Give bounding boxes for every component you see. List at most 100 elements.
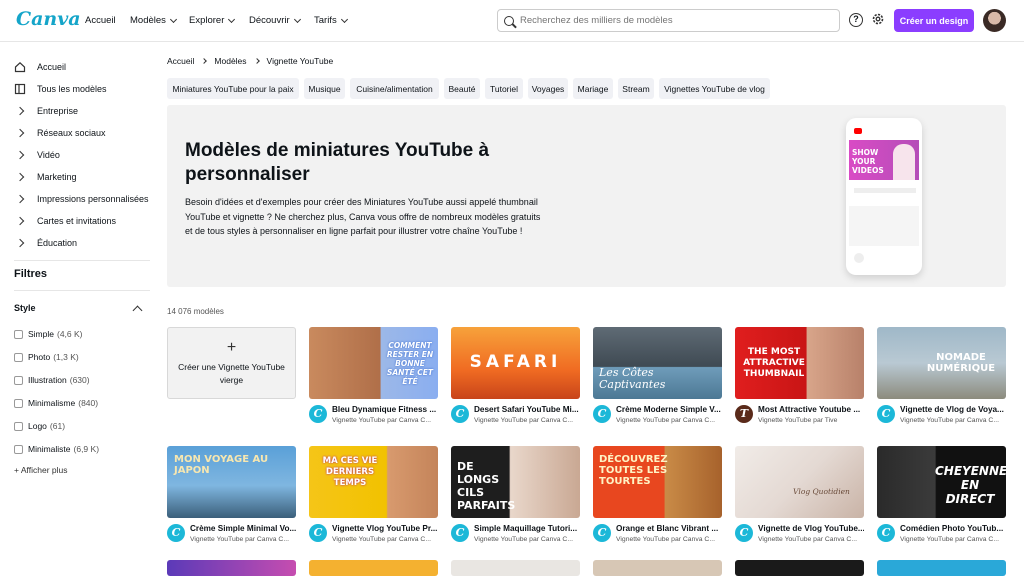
chevron-down-icon bbox=[293, 15, 301, 23]
show-more-link[interactable]: + Afficher plus bbox=[14, 465, 67, 475]
category-pill[interactable]: Voyages bbox=[528, 78, 568, 99]
template-meta[interactable]: C Simple Maquillage Tutori... Vignette You… bbox=[451, 524, 580, 552]
template-meta[interactable]: C Vignette de Vlog YouTube... Vignette You… bbox=[735, 524, 864, 552]
template-meta[interactable]: T Most Attractive Youtube ... Vignette You… bbox=[735, 405, 864, 433]
checkbox[interactable] bbox=[14, 329, 23, 339]
creator-avatar: C bbox=[309, 405, 327, 423]
nav-label: Modèles bbox=[130, 15, 166, 26]
template-thumbnail[interactable]: DÉCOUVREZ TOUTES LES TOURTES bbox=[593, 446, 722, 518]
checkbox[interactable] bbox=[14, 375, 23, 385]
sidebar-item-entreprise[interactable]: Entreprise bbox=[14, 102, 78, 120]
sidebar-item-impressions[interactable]: Impressions personnalisées bbox=[14, 190, 149, 208]
chevron-up-icon[interactable] bbox=[132, 305, 143, 316]
sidebar-item-video[interactable]: Vidéo bbox=[14, 146, 60, 164]
template-meta[interactable]: C Crème Simple Minimal Vo... Vignette YouT… bbox=[167, 524, 296, 552]
template-thumbnail[interactable]: CHEYENNE EN DIRECT bbox=[877, 446, 1006, 518]
sidebar-item-label: Vidéo bbox=[37, 150, 60, 160]
nav-label: Tarifs bbox=[314, 15, 337, 26]
filter-minimaliste[interactable]: Minimaliste (6,9 K) bbox=[14, 444, 99, 454]
category-pill[interactable]: Cuisine/alimentation bbox=[350, 78, 439, 99]
filter-label: Minimalisme bbox=[28, 398, 76, 408]
filter-minimalisme[interactable]: Minimalisme (840) bbox=[14, 398, 98, 408]
nav-tarifs[interactable]: Tarifs bbox=[314, 15, 348, 26]
template-thumbnail[interactable]: COMMENT RESTER EN BONNE SANTÉ CET ÉTÉ bbox=[309, 327, 438, 399]
sidebar-item-reseaux-sociaux[interactable]: Réseaux sociaux bbox=[14, 124, 106, 142]
nav-decouvrir[interactable]: Découvrir bbox=[249, 15, 301, 26]
filter-label: Minimaliste bbox=[28, 444, 71, 454]
template-meta[interactable]: C Desert Safari YouTube Mi... Vignette You… bbox=[451, 405, 580, 433]
template-thumbnail[interactable]: MON VOYAGE AU JAPON bbox=[167, 446, 296, 518]
search-icon bbox=[504, 15, 514, 26]
breadcrumb-link[interactable]: Accueil bbox=[167, 56, 194, 66]
template-author: Vignette YouTube par Canva C... bbox=[332, 536, 432, 543]
template-thumbnail[interactable]: THE MOST ATTRACTIVE THUMBNAIL bbox=[735, 327, 864, 399]
nav-explorer[interactable]: Explorer bbox=[189, 15, 236, 26]
template-thumbnail[interactable] bbox=[593, 560, 722, 576]
filter-label: Simple bbox=[28, 329, 54, 339]
category-pill[interactable]: Tutoriel bbox=[485, 78, 523, 99]
create-design-button[interactable]: Créer un design bbox=[894, 9, 974, 32]
template-thumbnail[interactable]: DE LONGS CILS PARFAITS bbox=[451, 446, 580, 518]
template-author: Vignette YouTube par Canva C... bbox=[474, 536, 574, 543]
filter-photo[interactable]: Photo (1,3 K) bbox=[14, 352, 79, 362]
category-pill[interactable]: Beauté bbox=[444, 78, 480, 99]
filter-count: (840) bbox=[78, 398, 99, 408]
template-thumbnail[interactable] bbox=[735, 560, 864, 576]
sidebar-item-marketing[interactable]: Marketing bbox=[14, 168, 77, 186]
style-filter-heading[interactable]: Style bbox=[14, 303, 36, 313]
template-thumbnail[interactable]: SAFARI bbox=[451, 327, 580, 399]
template-title: Vignette Vlog YouTube Pr... bbox=[332, 524, 438, 533]
template-thumbnail[interactable]: NOMADE NUMÉRIQUE bbox=[877, 327, 1006, 399]
sidebar-item-education[interactable]: Éducation bbox=[14, 234, 77, 252]
checkbox[interactable] bbox=[14, 398, 23, 408]
create-blank-card[interactable]: + Créer une Vignette YouTube vierge bbox=[167, 327, 296, 399]
chevron-down-icon bbox=[340, 15, 348, 23]
filter-illustration[interactable]: Illustration (630) bbox=[14, 375, 90, 385]
filter-logo[interactable]: Logo (61) bbox=[14, 421, 65, 431]
sidebar-divider bbox=[14, 290, 150, 291]
category-pill[interactable]: Musique bbox=[304, 78, 345, 99]
category-pill[interactable]: Vignettes YouTube de vlog bbox=[659, 78, 770, 99]
template-thumbnail[interactable] bbox=[167, 560, 296, 576]
template-thumbnail[interactable]: Les Côtes Captivantes bbox=[593, 327, 722, 399]
template-thumbnail[interactable] bbox=[877, 560, 1006, 576]
sidebar-item-accueil[interactable]: Accueil bbox=[14, 58, 66, 76]
template-thumbnail[interactable] bbox=[451, 560, 580, 576]
nav-modeles[interactable]: Modèles bbox=[130, 15, 177, 26]
checkbox[interactable] bbox=[14, 421, 23, 431]
search-box[interactable] bbox=[497, 9, 840, 32]
avatar[interactable] bbox=[983, 9, 1006, 32]
template-thumbnail[interactable]: Vlog Quotidien bbox=[735, 446, 864, 518]
template-meta[interactable]: C Vignette de Vlog de Voya... Vignette You… bbox=[877, 405, 1006, 433]
thumbnail-text: NOMADE NUMÉRIQUE bbox=[926, 352, 996, 374]
category-pill[interactable]: Miniatures YouTube pour la paix bbox=[167, 78, 299, 99]
template-meta[interactable]: C Comédien Photo YouTub... Vignette YouTub… bbox=[877, 524, 1006, 552]
sidebar-item-tous-les-modeles[interactable]: Tous les modèles bbox=[14, 80, 107, 98]
template-thumbnail[interactable]: MA CES VIE DERNIERS TEMPS bbox=[309, 446, 438, 518]
template-meta[interactable]: C Crème Moderne Simple V... Vignette YouTu… bbox=[593, 405, 722, 433]
filter-count: (6,9 K) bbox=[73, 444, 100, 454]
filter-simple[interactable]: Simple (4,6 K) bbox=[14, 329, 83, 339]
template-thumbnail[interactable] bbox=[309, 560, 438, 576]
gear-icon[interactable] bbox=[871, 12, 885, 29]
checkbox[interactable] bbox=[14, 444, 23, 454]
sidebar-item-cartes[interactable]: Cartes et invitations bbox=[14, 212, 116, 230]
template-meta[interactable]: C Orange et Blanc Vibrant ... Vignette You… bbox=[593, 524, 722, 552]
search-input[interactable] bbox=[520, 15, 820, 26]
template-meta[interactable]: C Vignette Vlog YouTube Pr... Vignette You… bbox=[309, 524, 438, 552]
template-meta[interactable]: C Bleu Dynamique Fitness ... Vignette YouT… bbox=[309, 405, 438, 433]
creator-avatar: C bbox=[451, 405, 469, 423]
template-author: Vignette YouTube par Canva C... bbox=[900, 536, 1000, 543]
nav-accueil[interactable]: Accueil bbox=[85, 15, 116, 26]
sidebar-item-label: Impressions personnalisées bbox=[37, 194, 149, 204]
filter-label: Photo bbox=[28, 352, 51, 362]
breadcrumb-link[interactable]: Modèles bbox=[214, 56, 246, 66]
category-pill[interactable]: Stream bbox=[618, 78, 654, 99]
checkbox[interactable] bbox=[14, 352, 23, 362]
template-title: Bleu Dynamique Fitness ... bbox=[332, 405, 437, 414]
thumbnail-text: MON VOYAGE AU JAPON bbox=[174, 454, 269, 476]
category-pill[interactable]: Mariage bbox=[573, 78, 613, 99]
sidebar-item-label: Réseaux sociaux bbox=[37, 128, 106, 138]
canva-logo[interactable]: Canva bbox=[16, 8, 81, 30]
help-icon[interactable]: ? bbox=[849, 13, 863, 27]
